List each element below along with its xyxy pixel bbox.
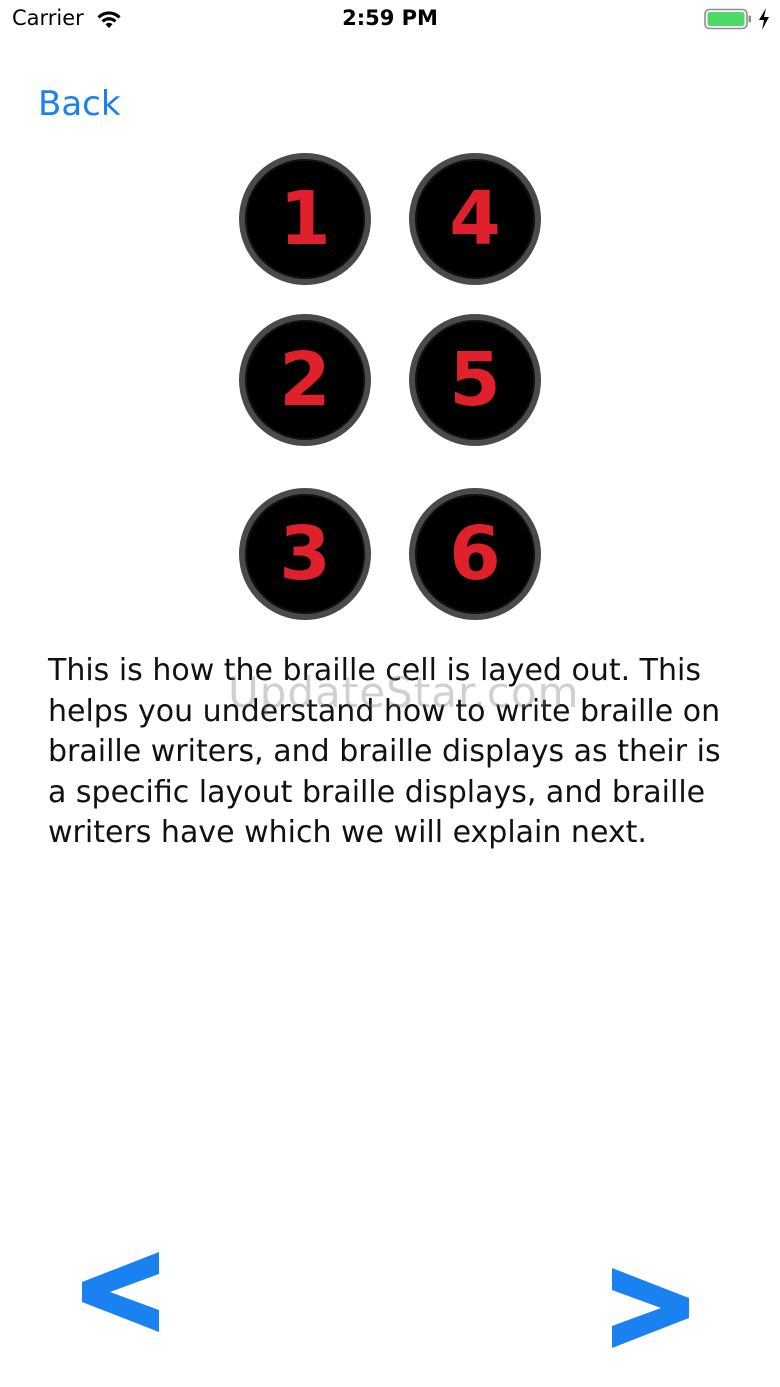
braille-dot-5: 5 xyxy=(409,314,541,446)
chevron-right-icon: > xyxy=(612,1268,689,1348)
dot-number-6: 6 xyxy=(449,511,501,597)
braille-dot-6: 6 xyxy=(409,488,541,620)
previous-button[interactable]: < xyxy=(78,1248,164,1344)
charging-icon xyxy=(759,8,769,30)
battery-icon xyxy=(704,8,751,30)
chevron-left-icon: < xyxy=(82,1252,159,1332)
next-button[interactable]: > xyxy=(606,1262,694,1358)
dot-number-4: 4 xyxy=(449,176,501,262)
braille-dot-2: 2 xyxy=(239,314,371,446)
dot-number-3: 3 xyxy=(279,511,331,597)
dot-number-5: 5 xyxy=(449,337,501,423)
braille-dot-4: 4 xyxy=(409,153,541,285)
dot-number-2: 2 xyxy=(279,337,331,423)
description-text: This is how the braille cell is layed ou… xyxy=(48,653,721,850)
dot-number-1: 1 xyxy=(279,176,331,262)
braille-dot-1: 1 xyxy=(239,153,371,285)
braille-dot-3: 3 xyxy=(239,488,371,620)
status-time: 2:59 PM xyxy=(342,6,438,30)
back-button[interactable]: Back xyxy=(38,84,121,124)
status-bar: Carrier 2:59 PM xyxy=(0,0,780,40)
